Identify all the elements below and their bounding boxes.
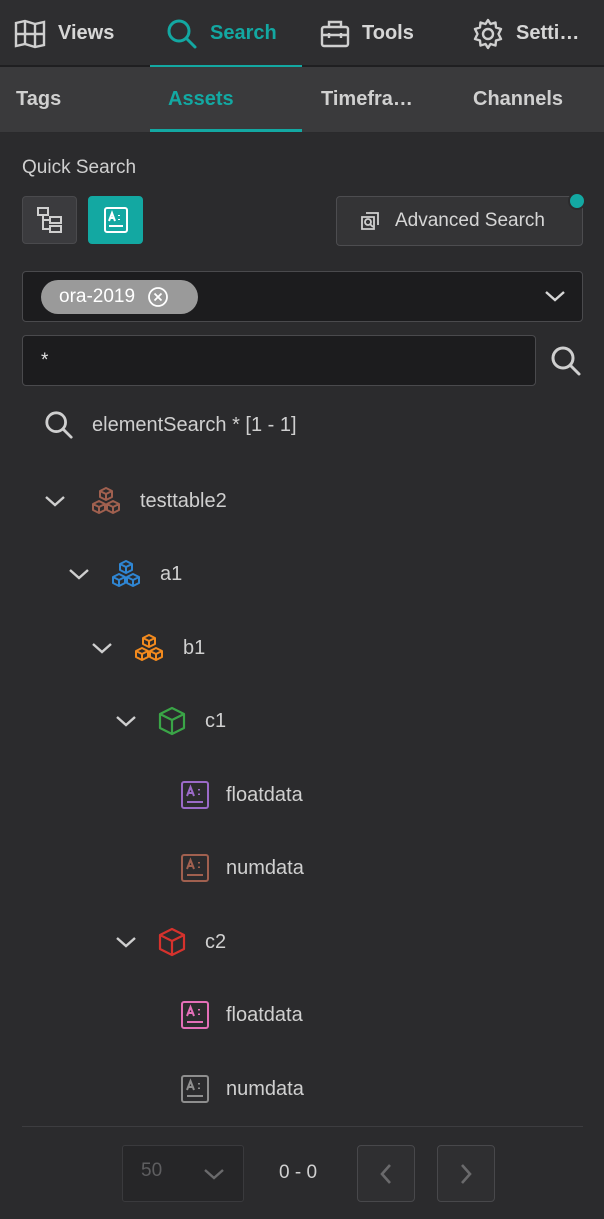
chevron-down-icon[interactable]: [544, 287, 566, 305]
tree-leaf-c1-floatdata[interactable]: floatdata: [180, 777, 303, 813]
search-icon: [45, 411, 73, 439]
toolbox-icon: [320, 20, 350, 47]
tree-leaf-label: numdata: [226, 856, 304, 879]
chevron-down-icon: [204, 1169, 224, 1180]
tab-settings-label: Setti…: [516, 22, 580, 44]
asset-view-button[interactable]: [88, 196, 143, 244]
chevron-down-icon[interactable]: [115, 935, 137, 949]
close-circle-icon[interactable]: [147, 286, 169, 308]
asset-tag-icon: [180, 780, 210, 810]
gear-icon: [473, 18, 503, 49]
advanced-search-button[interactable]: Advanced Search: [336, 196, 583, 246]
tree-leaf-label: floatdata: [226, 1003, 303, 1026]
tag-chip-label: ora-2019: [59, 286, 136, 307]
next-page-button[interactable]: [437, 1145, 495, 1202]
tree-node-testtable2[interactable]: testtable2: [44, 483, 227, 519]
subtab-assets[interactable]: Assets: [168, 67, 288, 131]
tree-leaf-c1-numdata[interactable]: numdata: [180, 850, 304, 886]
hierarchy-icon: [36, 207, 62, 233]
chevron-down-icon[interactable]: [115, 714, 137, 728]
asset-tag-icon: [180, 1074, 210, 1104]
notification-dot: [568, 192, 586, 210]
tree-node-label: a1: [160, 562, 183, 585]
cubes-stack-icon: [133, 633, 165, 663]
cubes-stack-icon: [110, 559, 142, 589]
quick-search-label: Quick Search: [22, 157, 137, 178]
tree-node-label: testtable2: [140, 489, 227, 512]
tab-tools-label: Tools: [362, 22, 414, 44]
subtab-assets-label: Assets: [168, 87, 234, 110]
subtab-channels-label: Channels: [473, 87, 564, 110]
cube-icon: [157, 706, 187, 736]
cubes-stack-icon: [90, 486, 122, 516]
search-result-summary: elementSearch * [1 - 1]: [44, 408, 297, 442]
tree-node-label: c2: [205, 930, 227, 953]
subtab-channels[interactable]: Channels: [473, 67, 598, 131]
advanced-search-icon: [361, 212, 379, 230]
search-icon: [167, 19, 197, 48]
sub-navigation: Tags Assets Timefra… Channels: [0, 67, 604, 133]
subtab-timeframe-label: Timefra…: [321, 87, 413, 110]
tab-search[interactable]: Search: [166, 0, 296, 67]
subtab-timeframe[interactable]: Timefra…: [321, 67, 433, 131]
active-subtab-indicator: [150, 129, 302, 132]
tree-node-c1[interactable]: c1: [115, 703, 226, 739]
cube-icon: [157, 927, 187, 957]
page-size-select[interactable]: 50: [122, 1145, 244, 1202]
subtab-tags-label: Tags: [16, 87, 62, 110]
page-size-value: 50: [141, 1160, 163, 1181]
asset-tag-icon: [180, 853, 210, 883]
tag-filter-select[interactable]: ora-2019: [22, 271, 583, 322]
tag-chip: ora-2019: [41, 280, 198, 314]
chevron-down-icon[interactable]: [44, 494, 66, 508]
chevron-left-icon: [380, 1163, 391, 1184]
tree-node-label: c1: [205, 709, 227, 732]
footer-divider: [22, 1126, 583, 1127]
tree-node-c2[interactable]: c2: [115, 924, 226, 960]
search-result-summary-text: elementSearch * [1 - 1]: [92, 413, 297, 436]
tree-leaf-c2-floatdata[interactable]: floatdata: [180, 997, 303, 1033]
tab-tools[interactable]: Tools: [320, 0, 450, 67]
tree-node-b1[interactable]: b1: [91, 630, 205, 666]
views-grid-icon: [14, 19, 46, 48]
tree-node-a1[interactable]: a1: [68, 556, 182, 592]
chevron-right-icon: [461, 1163, 472, 1184]
tree-leaf-c2-numdata[interactable]: numdata: [180, 1071, 304, 1107]
tree-leaf-label: numdata: [226, 1077, 304, 1100]
tab-search-label: Search: [210, 22, 277, 44]
page-range: 0 - 0: [279, 1162, 318, 1183]
tree-node-label: b1: [183, 636, 206, 659]
tree-view-button[interactable]: [22, 196, 77, 244]
tab-views-label: Views: [58, 22, 115, 44]
tab-settings[interactable]: Setti…: [472, 0, 600, 67]
asset-tag-icon: [180, 1000, 210, 1030]
search-icon[interactable]: [550, 345, 582, 377]
advanced-search-label: Advanced Search: [395, 210, 545, 231]
subtab-tags[interactable]: Tags: [16, 67, 136, 131]
asset-tag-icon: [103, 207, 128, 233]
tree-leaf-label: floatdata: [226, 783, 303, 806]
previous-page-button[interactable]: [357, 1145, 415, 1202]
chevron-down-icon[interactable]: [68, 567, 90, 581]
search-input[interactable]: [22, 335, 536, 386]
chevron-down-icon[interactable]: [91, 641, 113, 655]
top-navigation: Views Search Tools Setti…: [0, 0, 604, 68]
tab-views[interactable]: Views: [14, 0, 144, 67]
